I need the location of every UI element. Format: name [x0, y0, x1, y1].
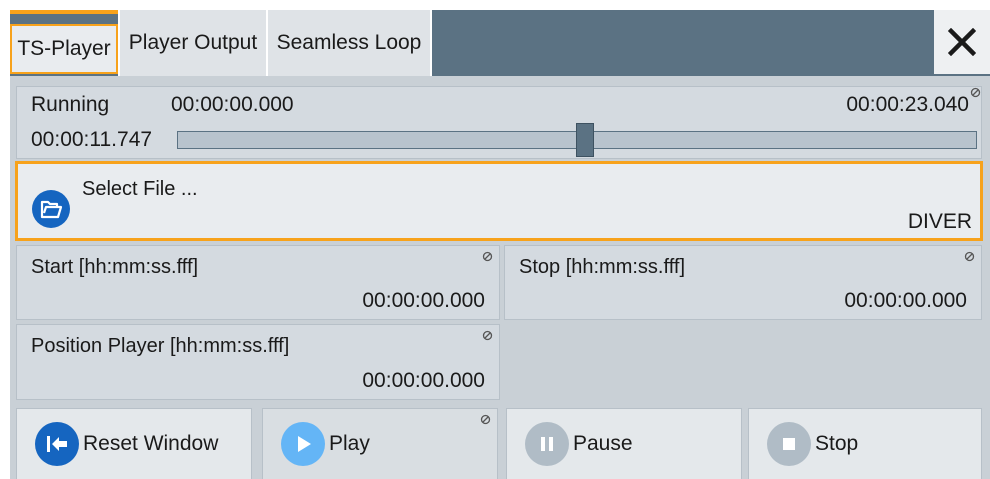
stop-icon: [767, 422, 811, 466]
tab-seamless-loop-label: Seamless Loop: [276, 31, 422, 54]
tab-player-output-label: Player Output: [128, 31, 258, 54]
tab-ts-player-label: TS-Player: [17, 37, 111, 60]
no-link-icon: [482, 251, 493, 262]
stop-button[interactable]: Stop: [748, 408, 982, 479]
start-time-label: Start [hh:mm:ss.fff]: [31, 256, 199, 278]
skip-back-icon: [35, 422, 79, 466]
play-label: Play: [329, 432, 370, 455]
tab-seamless-loop[interactable]: Seamless Loop: [268, 10, 432, 76]
close-icon: [948, 28, 976, 56]
tab-ts-player[interactable]: TS-Player: [10, 24, 118, 74]
reset-window-label: Reset Window: [83, 432, 219, 455]
start-time-field[interactable]: Start [hh:mm:ss.fff] 00:00:00.000: [16, 245, 500, 320]
position-player-field[interactable]: Position Player [hh:mm:ss.fff] 00:00:00.…: [16, 324, 500, 400]
pause-icon: [525, 422, 569, 466]
playback-state: Running: [31, 93, 110, 116]
folder-open-icon: [32, 190, 70, 228]
no-link-icon: [482, 330, 493, 341]
selected-filename: DIVER: [907, 210, 972, 233]
select-file-label: Select File ...: [82, 178, 198, 200]
close-button[interactable]: [934, 10, 990, 74]
no-link-icon: [970, 87, 981, 98]
position-player-label: Position Player [hh:mm:ss.fff]: [31, 335, 290, 357]
select-file-button[interactable]: Select File ... DIVER: [15, 161, 983, 241]
reset-window-button[interactable]: Reset Window: [16, 408, 252, 479]
position-player-value: 00:00:00.000: [362, 369, 485, 392]
current-time-readout: 00:00:11.747: [31, 128, 153, 151]
pause-button[interactable]: Pause: [506, 408, 742, 479]
slider-handle[interactable]: [576, 123, 594, 157]
stop-label: Stop: [815, 432, 859, 455]
play-icon: [281, 422, 325, 466]
start-time-value: 00:00:00.000: [362, 289, 485, 312]
stop-time-value: 00:00:00.000: [844, 289, 967, 312]
tab-player-output[interactable]: Player Output: [118, 10, 268, 76]
no-link-icon: [480, 414, 491, 425]
tab-bar: TS-Player Player Output Seamless Loop: [10, 10, 990, 76]
stop-time-field[interactable]: Stop [hh:mm:ss.fff] 00:00:00.000: [504, 245, 982, 320]
playback-status-panel: Running 00:00:00.000 00:00:23.040 00:00:…: [16, 86, 982, 159]
end-time-readout: 00:00:23.040: [846, 93, 969, 116]
active-tab-indicator: [10, 10, 118, 14]
ts-player-dialog: TS-Player Player Output Seamless Loop Ru…: [10, 10, 990, 479]
stop-time-label: Stop [hh:mm:ss.fff]: [519, 256, 685, 278]
play-button[interactable]: Play: [262, 408, 498, 479]
start-time-readout: 00:00:00.000: [171, 93, 294, 116]
pause-label: Pause: [573, 432, 633, 455]
no-link-icon: [964, 251, 975, 262]
